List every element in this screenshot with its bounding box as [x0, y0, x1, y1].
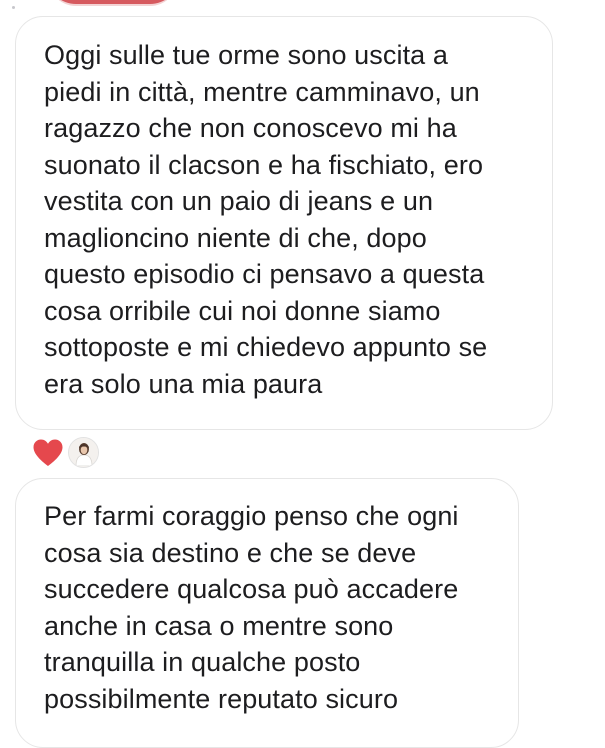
status-dot [12, 6, 15, 9]
message-line: sottoposte e mi chiedevo appunto se [44, 332, 488, 362]
sender-avatar-partial[interactable] [48, 0, 178, 6]
message-line: era solo una mia paura [44, 368, 323, 399]
message-line: questo episodio ci pensavo a questa [44, 259, 485, 289]
message-line: tranquilla in qualche posto [44, 647, 361, 677]
message-line: piedi in città, mentre camminavo, un [44, 76, 480, 107]
message-line: cosa sia destino e che se deve [44, 537, 417, 568]
message-line: possibilmente reputato sicuro [44, 683, 399, 714]
message-line: maglioncino niente di che, dopo [44, 222, 427, 253]
heart-icon [33, 439, 63, 466]
message-line: vestita con un paio di jeans e un [44, 186, 434, 216]
user-avatar-icon [69, 438, 98, 466]
message-line: cosa orribile cui noi donne siamo [44, 295, 441, 326]
message-line: succedere qualcosa può accadere [44, 574, 459, 604]
message-line: Oggi sulle tue orme sono uscita a [44, 40, 449, 70]
message-line: Per farmi coraggio penso che ogni [44, 501, 459, 531]
message-reactions[interactable] [32, 435, 99, 469]
message-line: anche in casa o mentre sono [44, 610, 394, 641]
message-line: suonato il clacson e ha fischiato, ero [44, 149, 484, 180]
reactor-avatar[interactable] [68, 436, 99, 468]
message-bubble[interactable]: Oggi sulle tue orme sono uscita a piedi … [15, 16, 553, 430]
message-line: ragazzo che non conoscevo mi ha [44, 113, 457, 143]
message-bubble[interactable]: Per farmi coraggio penso che ogni cosa s… [15, 478, 519, 748]
